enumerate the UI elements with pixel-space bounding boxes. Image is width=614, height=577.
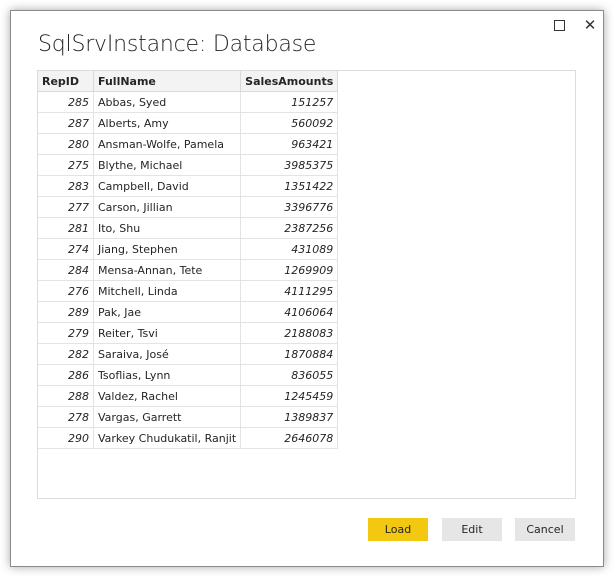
cell-repid: 274 bbox=[38, 238, 94, 260]
column-header-repid[interactable]: RepID bbox=[38, 71, 94, 92]
cell-repid: 280 bbox=[38, 133, 94, 155]
data-table: RepID FullName SalesAmounts 285 Abbas, Sy… bbox=[38, 71, 339, 449]
cell-salesamounts: 2387256 bbox=[240, 217, 339, 239]
cell-repid: 275 bbox=[38, 154, 94, 176]
table-row[interactable]: 274 Jiang, Stephen 431089 bbox=[38, 238, 339, 260]
cell-repid: 290 bbox=[38, 427, 94, 449]
close-icon: ✕ bbox=[583, 15, 597, 34]
cell-fullname: Mensa-Annan, Tete bbox=[92, 259, 242, 281]
table-header-row: RepID FullName SalesAmounts bbox=[38, 71, 339, 92]
cell-repid: 279 bbox=[38, 322, 94, 344]
cell-fullname: Reiter, Tsvi bbox=[92, 322, 242, 344]
cell-repid: 283 bbox=[38, 175, 94, 197]
table-row[interactable]: 278 Vargas, Garrett 1389837 bbox=[38, 406, 339, 428]
edit-button[interactable]: Edit bbox=[442, 518, 502, 541]
cell-fullname: Mitchell, Linda bbox=[92, 280, 242, 302]
cell-salesamounts: 3396776 bbox=[240, 196, 339, 218]
cell-repid: 282 bbox=[38, 343, 94, 365]
cell-fullname: Varkey Chudukatil, Ranjit bbox=[92, 427, 242, 449]
cell-salesamounts: 1351422 bbox=[240, 175, 339, 197]
load-button[interactable]: Load bbox=[368, 518, 428, 541]
table-row[interactable]: 290 Varkey Chudukatil, Ranjit 2646078 bbox=[38, 427, 339, 449]
column-header-salesamounts[interactable]: SalesAmounts bbox=[240, 71, 339, 92]
cell-repid: 288 bbox=[38, 385, 94, 407]
cell-salesamounts: 2188083 bbox=[240, 322, 339, 344]
cell-salesamounts: 1269909 bbox=[240, 259, 339, 281]
table-row[interactable]: 279 Reiter, Tsvi 2188083 bbox=[38, 322, 339, 344]
table-row[interactable]: 287 Alberts, Amy 560092 bbox=[38, 112, 339, 134]
cell-fullname: Vargas, Garrett bbox=[92, 406, 242, 428]
cell-salesamounts: 151257 bbox=[240, 91, 339, 113]
cell-fullname: Saraiva, José bbox=[92, 343, 242, 365]
cell-repid: 284 bbox=[38, 259, 94, 281]
cell-fullname: Valdez, Rachel bbox=[92, 385, 242, 407]
cell-repid: 276 bbox=[38, 280, 94, 302]
cell-salesamounts: 560092 bbox=[240, 112, 339, 134]
cell-repid: 281 bbox=[38, 217, 94, 239]
cell-salesamounts: 3985375 bbox=[240, 154, 339, 176]
cell-salesamounts: 1389837 bbox=[240, 406, 339, 428]
cell-fullname: Ito, Shu bbox=[92, 217, 242, 239]
cell-salesamounts: 1245459 bbox=[240, 385, 339, 407]
cancel-button[interactable]: Cancel bbox=[515, 518, 575, 541]
table-row[interactable]: 283 Campbell, David 1351422 bbox=[38, 175, 339, 197]
data-preview-grid[interactable]: RepID FullName SalesAmounts 285 Abbas, Sy… bbox=[37, 70, 576, 499]
table-row[interactable]: 288 Valdez, Rachel 1245459 bbox=[38, 385, 339, 407]
cell-salesamounts: 2646078 bbox=[240, 427, 339, 449]
cell-fullname: Alberts, Amy bbox=[92, 112, 242, 134]
cell-fullname: Blythe, Michael bbox=[92, 154, 242, 176]
cell-salesamounts: 963421 bbox=[240, 133, 339, 155]
table-row[interactable]: 280 Ansman-Wolfe, Pamela 963421 bbox=[38, 133, 339, 155]
close-button[interactable]: ✕ bbox=[579, 15, 601, 35]
cell-salesamounts: 4106064 bbox=[240, 301, 339, 323]
cell-fullname: Campbell, David bbox=[92, 175, 242, 197]
table-row[interactable]: 282 Saraiva, José 1870884 bbox=[38, 343, 339, 365]
table-row[interactable]: 281 Ito, Shu 2387256 bbox=[38, 217, 339, 239]
cell-fullname: Pak, Jae bbox=[92, 301, 242, 323]
cell-fullname: Ansman-Wolfe, Pamela bbox=[92, 133, 242, 155]
table-row[interactable]: 289 Pak, Jae 4106064 bbox=[38, 301, 339, 323]
table-row[interactable]: 277 Carson, Jillian 3396776 bbox=[38, 196, 339, 218]
table-row[interactable]: 275 Blythe, Michael 3985375 bbox=[38, 154, 339, 176]
table-row[interactable]: 285 Abbas, Syed 151257 bbox=[38, 91, 339, 113]
cell-fullname: Carson, Jillian bbox=[92, 196, 242, 218]
cell-fullname: Abbas, Syed bbox=[92, 91, 242, 113]
table-row[interactable]: 276 Mitchell, Linda 4111295 bbox=[38, 280, 339, 302]
table-body: 285 Abbas, Syed 151257 287 Alberts, Amy 56009… bbox=[38, 91, 339, 449]
cell-repid: 289 bbox=[38, 301, 94, 323]
cell-salesamounts: 4111295 bbox=[240, 280, 339, 302]
table-row[interactable]: 286 Tsoflias, Lynn 836055 bbox=[38, 364, 339, 386]
cell-salesamounts: 836055 bbox=[240, 364, 339, 386]
cell-salesamounts: 431089 bbox=[240, 238, 339, 260]
cell-repid: 286 bbox=[38, 364, 94, 386]
cell-salesamounts: 1870884 bbox=[240, 343, 339, 365]
cell-fullname: Jiang, Stephen bbox=[92, 238, 242, 260]
cell-repid: 287 bbox=[38, 112, 94, 134]
cell-repid: 278 bbox=[38, 406, 94, 428]
column-header-fullname[interactable]: FullName bbox=[92, 71, 242, 92]
maximize-button[interactable] bbox=[548, 15, 570, 35]
dialog-title: SqlSrvInstance: Database bbox=[38, 32, 317, 57]
cell-repid: 285 bbox=[38, 91, 94, 113]
cell-repid: 277 bbox=[38, 196, 94, 218]
maximize-icon bbox=[553, 19, 565, 31]
table-row[interactable]: 284 Mensa-Annan, Tete 1269909 bbox=[38, 259, 339, 281]
cell-fullname: Tsoflias, Lynn bbox=[92, 364, 242, 386]
dialog-window: ✕ SqlSrvInstance: Database RepID FullNam… bbox=[10, 10, 604, 567]
